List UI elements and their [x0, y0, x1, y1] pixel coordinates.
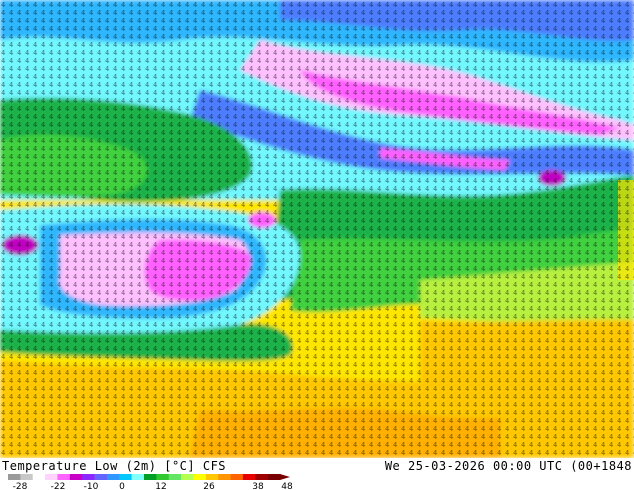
colorbar-swatch [205, 474, 219, 480]
temperature-map: 4 [0, 0, 634, 458]
colorbar-tick-label: 0 [119, 482, 125, 490]
colorbar-tick-label: 38 [252, 482, 264, 490]
legend-bar: Temperature Low (2m) [°C] CFS We 25-03-2… [0, 458, 634, 490]
colorbar-swatch [131, 474, 145, 480]
colorbar-swatch [181, 474, 194, 480]
colorbar-swatch [20, 474, 34, 480]
colorbar-swatch [255, 474, 268, 480]
colorbar-tick-label: -28 [13, 482, 28, 490]
valid-time: We 25-03-2026 00:00 UTC (00+1848 [384, 459, 632, 473]
map-title: Temperature Low (2m) [°C] CFS [2, 459, 227, 473]
colorbar-swatch [156, 474, 170, 480]
colorbar: -28 -22 -10 0 12 26 38 48 [8, 474, 293, 490]
colorbar-swatch [119, 474, 132, 480]
colorbar-swatch [218, 474, 231, 480]
colorbar-swatch [242, 474, 256, 480]
colorbar-swatch [94, 474, 108, 480]
colorbar-swatch [230, 474, 244, 480]
colorbar-swatch [106, 474, 120, 480]
colorbar-tick-label: -22 [51, 482, 66, 490]
colorbar-swatch [144, 474, 157, 480]
colorbar-tick-label: 48 [281, 482, 293, 490]
colorbar-swatch [82, 474, 95, 480]
colorbar-swatch [45, 474, 58, 480]
colorbar-swatch [69, 474, 83, 480]
colorbar-tick-label: -10 [84, 482, 99, 490]
map-canvas: 4 [0, 0, 634, 458]
colorbar-swatch [267, 474, 281, 480]
value-grid-overlay [0, 0, 634, 458]
colorbar-tick-label: 12 [155, 482, 166, 490]
colorbar-swatch [57, 474, 71, 480]
colorbar-end-arrow [280, 474, 290, 480]
colorbar-swatch [32, 474, 46, 480]
colorbar-swatch [8, 474, 21, 480]
colorbar-swatch [193, 474, 207, 480]
colorbar-swatch [168, 474, 182, 480]
colorbar-tick-label: 26 [203, 482, 215, 490]
